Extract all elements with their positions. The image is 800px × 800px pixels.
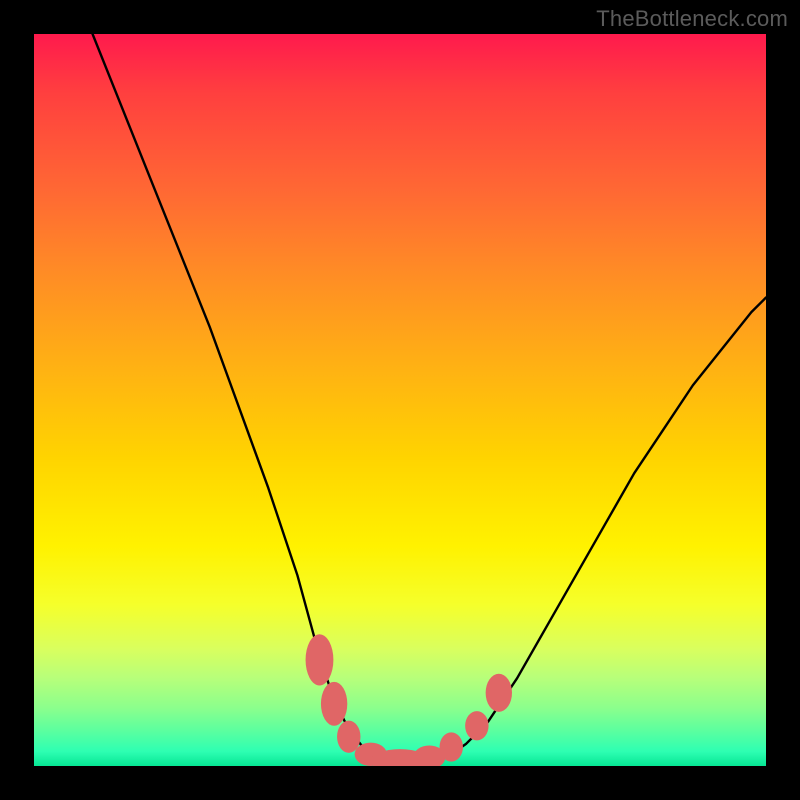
curve-marker (465, 711, 488, 740)
plot-area (34, 34, 766, 766)
bottleneck-curve (34, 34, 766, 766)
curve-marker (306, 634, 334, 685)
curve-marker (486, 674, 512, 712)
chart-frame: TheBottleneck.com (0, 0, 800, 800)
curve-path (93, 34, 766, 764)
curve-marker (440, 732, 463, 761)
curve-marker (337, 721, 360, 753)
watermark-text: TheBottleneck.com (596, 6, 788, 32)
curve-marker (321, 682, 347, 726)
